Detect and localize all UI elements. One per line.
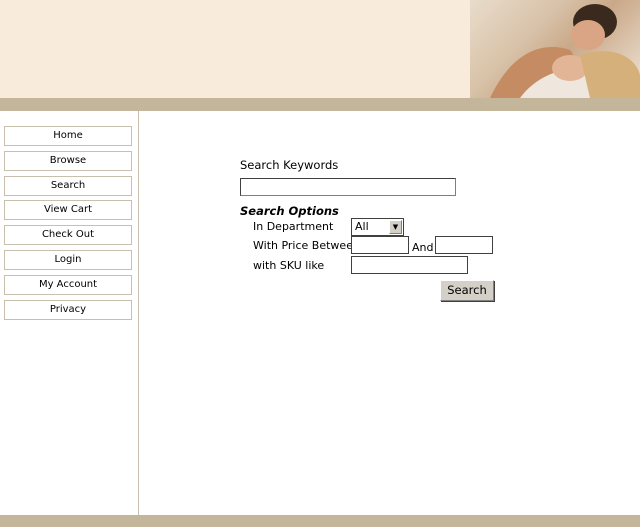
sidebar-divider [138,111,139,515]
price-between-label: With Price Between [253,239,360,252]
search-keywords-input[interactable] [240,178,456,196]
footer-band [0,515,640,527]
nav-check-out-button[interactable]: Check Out [4,225,132,246]
sku-input[interactable] [351,256,468,274]
sidebar-nav: Home Browse Search View Cart Check Out L… [4,126,133,324]
department-select[interactable]: All ▼ [351,218,404,236]
chevron-down-icon[interactable]: ▼ [389,220,402,234]
price-to-input[interactable] [435,236,493,254]
nav-browse-button[interactable]: Browse [4,150,132,171]
search-submit-button[interactable]: Search [440,280,494,301]
nav-search-button[interactable]: Search [4,175,132,196]
department-label: In Department [253,220,334,233]
sku-label: with SKU like [253,259,325,272]
department-selected-value: All [355,220,369,233]
nav-home-button[interactable]: Home [4,126,132,146]
header-photo [470,0,640,98]
couple-photo-image [490,4,640,98]
search-options-title: Search Options [240,204,339,218]
nav-privacy-button[interactable]: Privacy [4,299,132,320]
search-keywords-label: Search Keywords [240,158,339,172]
header-band [0,98,640,111]
nav-my-account-button[interactable]: My Account [4,274,132,295]
price-from-input[interactable] [351,236,409,254]
nav-view-cart-button[interactable]: View Cart [4,200,132,221]
header-banner [0,0,640,98]
nav-login-button[interactable]: Login [4,249,132,270]
price-and-label: And [412,241,434,254]
